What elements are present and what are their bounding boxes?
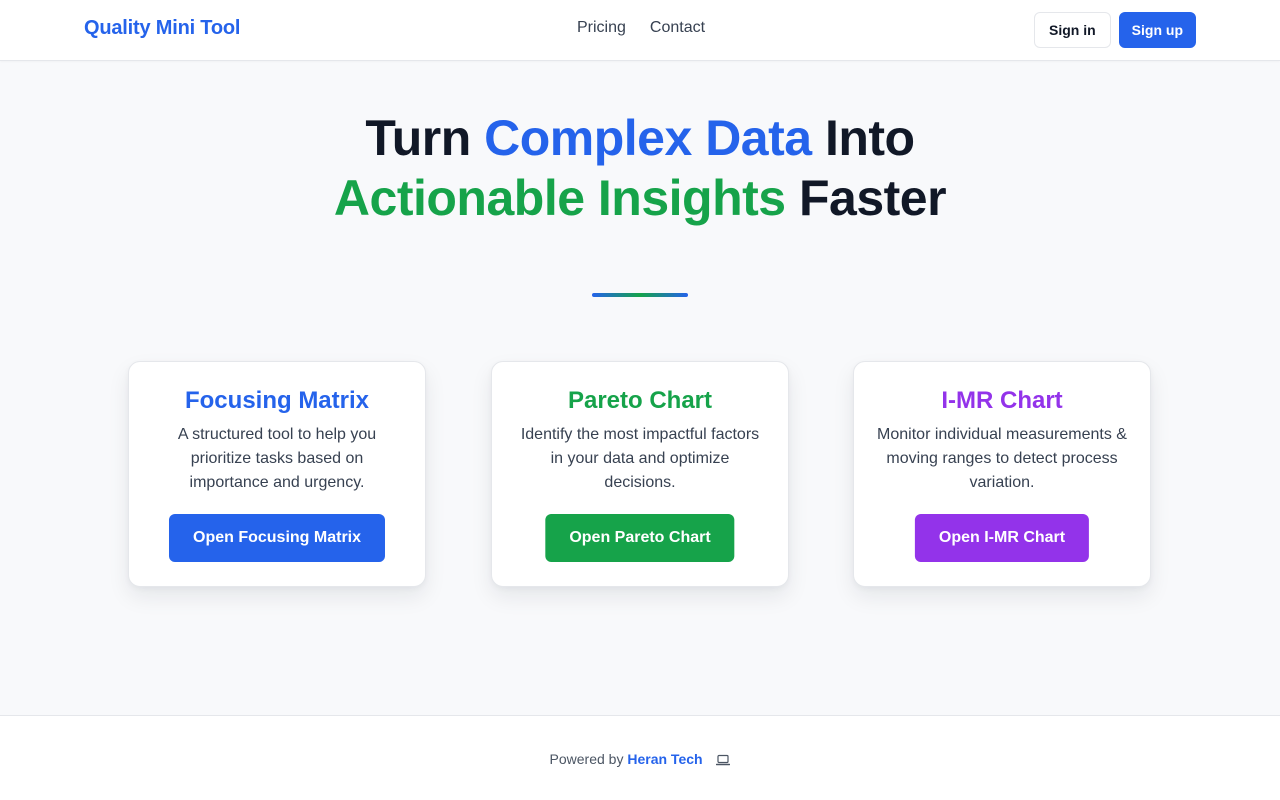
hero-text: Turn (365, 110, 485, 166)
open-focusing-matrix-button[interactable]: Open Focusing Matrix (168, 514, 386, 562)
company-link[interactable]: Heran Tech (627, 751, 702, 767)
card-title: I-MR Chart (941, 387, 1063, 414)
laptop-icon (716, 753, 731, 769)
sign-up-button[interactable]: Sign up (1118, 12, 1196, 48)
main-nav: Pricing Contact (577, 19, 705, 37)
hero-line-1: Turn Complex Data Into (365, 110, 915, 166)
tool-card-imr-chart: I-MR Chart Monitor individual measuremen… (853, 361, 1151, 587)
hero-highlight-green: Actionable Insights (333, 170, 786, 226)
card-description: A structured tool to help you prioritize… (177, 426, 377, 491)
hero-line-2: Actionable Insights Faster (333, 170, 947, 226)
powered-by-text: Powered by (549, 751, 628, 767)
hero-text: Faster (785, 170, 947, 226)
open-pareto-chart-button[interactable]: Open Pareto Chart (545, 514, 735, 562)
footer-credit: Powered by Heran Tech (0, 751, 1280, 769)
sign-in-button[interactable]: Sign in (1034, 12, 1111, 48)
hero-highlight-blue: Complex Data (484, 110, 812, 166)
nav-pricing-link[interactable]: Pricing (577, 19, 626, 37)
card-description: Identify the most impactful factors in y… (520, 426, 760, 491)
open-imr-chart-button[interactable]: Open I-MR Chart (914, 514, 1090, 562)
nav-contact-link[interactable]: Contact (650, 19, 705, 37)
top-navbar: Quality Mini Tool Pricing Contact Sign i… (0, 0, 1280, 61)
tool-card-pareto-chart: Pareto Chart Identify the most impactful… (491, 361, 789, 587)
hero-text: Into (811, 110, 915, 166)
card-description: Monitor individual measurements & moving… (877, 426, 1127, 491)
brand-logo-link[interactable]: Quality Mini Tool (84, 17, 240, 40)
page-footer: Powered by Heran Tech (0, 715, 1280, 800)
auth-buttons: Sign in Sign up (1034, 12, 1196, 48)
hero-headline: Turn Complex Data Into Actionable Insigh… (0, 108, 1280, 228)
hero-divider (592, 293, 688, 297)
card-title: Pareto Chart (567, 387, 713, 414)
tool-card-focusing-matrix: Focusing Matrix A structured tool to hel… (128, 361, 426, 587)
card-title: Focusing Matrix (184, 387, 370, 414)
